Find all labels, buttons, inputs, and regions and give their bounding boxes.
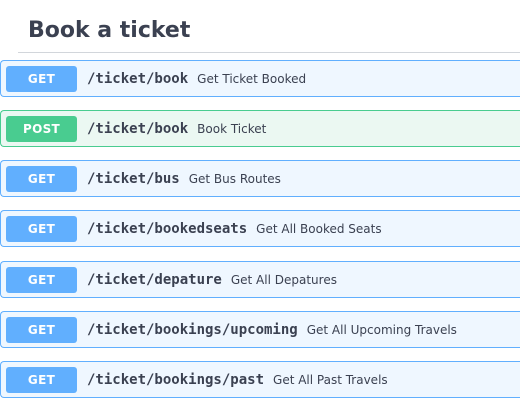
api-section: Book a ticket — [18, 0, 520, 53]
operation-summary: Book Ticket — [197, 121, 267, 136]
operation-path: /ticket/book — [87, 120, 189, 137]
operation-path: /ticket/bookings/past — [87, 371, 265, 388]
operation-path: /ticket/bookings/upcoming — [87, 321, 298, 338]
operation-path: /ticket/book — [87, 70, 189, 87]
section-title[interactable]: Book a ticket — [18, 0, 520, 53]
operation-summary: Get Bus Routes — [188, 171, 281, 186]
operation-path: /ticket/bookedseats — [87, 220, 248, 237]
operation-get-ticket-bookedseats[interactable]: GET /ticket/bookedseats Get All Booked S… — [0, 210, 520, 247]
operation-summary: Get All Past Travels — [273, 372, 388, 387]
operation-summary: Get All Booked Seats — [256, 221, 382, 236]
operation-get-ticket-bus[interactable]: GET /ticket/bus Get Bus Routes — [0, 160, 520, 197]
method-badge: GET — [6, 65, 77, 92]
operation-get-ticket-depature[interactable]: GET /ticket/depature Get All Depatures — [0, 261, 520, 298]
operation-get-ticket-bookings-upcoming[interactable]: GET /ticket/bookings/upcoming Get All Up… — [0, 311, 520, 348]
operation-summary: Get All Depatures — [230, 272, 337, 287]
operation-path: /ticket/bus — [87, 170, 180, 187]
operation-get-ticket-book[interactable]: GET /ticket/book Get Ticket Booked — [0, 60, 520, 97]
method-badge: POST — [6, 115, 77, 142]
method-badge: GET — [6, 366, 77, 393]
method-badge: GET — [6, 316, 77, 343]
operation-get-ticket-bookings-past[interactable]: GET /ticket/bookings/past Get All Past T… — [0, 361, 520, 398]
operation-summary: Get Ticket Booked — [197, 71, 307, 86]
method-badge: GET — [6, 215, 77, 242]
method-badge: GET — [6, 165, 77, 192]
operation-summary: Get All Upcoming Travels — [306, 322, 457, 337]
method-badge: GET — [6, 266, 77, 293]
operation-post-ticket-book[interactable]: POST /ticket/book Book Ticket — [0, 110, 520, 147]
operation-path: /ticket/depature — [87, 271, 222, 288]
